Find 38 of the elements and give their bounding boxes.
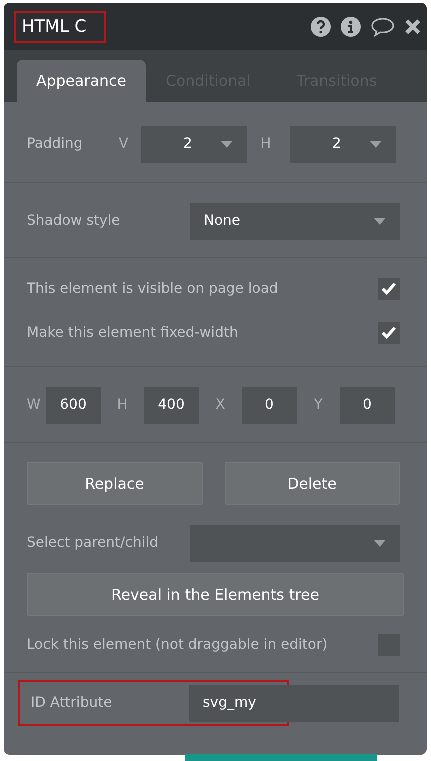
help-icon[interactable]	[311, 16, 331, 36]
action-button[interactable]: Delete	[224, 462, 400, 505]
padding-label: Padding	[27, 136, 84, 152]
field-label: X	[214, 397, 226, 413]
caret-icon	[221, 140, 233, 148]
caret-icon	[374, 218, 386, 224]
select-parent-label: Select parent/child	[27, 535, 160, 551]
action-button[interactable]: Replace	[27, 462, 202, 505]
tab[interactable]: Appearance	[17, 60, 146, 102]
lock-label: Lock this element (not draggable in editor)	[27, 637, 328, 653]
check-icon	[382, 327, 396, 339]
number-field[interactable]: 0	[242, 386, 297, 424]
id-attribute-field[interactable]: svg_my	[189, 684, 399, 722]
number-field[interactable]: 0	[340, 386, 395, 424]
comment-icon[interactable]	[371, 16, 395, 36]
number-field[interactable]: 400	[144, 386, 199, 424]
close-icon[interactable]	[405, 18, 421, 34]
info-icon[interactable]	[341, 16, 361, 36]
field-label: H	[116, 397, 129, 413]
caret-icon	[370, 140, 382, 148]
number-field[interactable]: 600	[46, 386, 101, 424]
shadow-style-dropdown[interactable]: None	[190, 202, 400, 240]
field-label: Y	[313, 397, 324, 413]
checkbox-label: This element is visible on page load	[27, 281, 278, 297]
field-label: V	[119, 136, 130, 152]
padding-dropdown[interactable]: 2	[141, 126, 247, 162]
checkbox-label: Make this element fixed-width	[27, 325, 238, 341]
reveal-button[interactable]: Reveal in the Elements tree	[27, 573, 404, 616]
field-label: W	[27, 397, 42, 413]
caret-icon	[374, 540, 386, 546]
field-label: H	[260, 136, 272, 152]
checkbox[interactable]	[378, 322, 400, 344]
padding-dropdown[interactable]: 2	[290, 126, 396, 162]
check-icon	[382, 283, 396, 295]
id-attribute-label: ID Attribute	[31, 695, 114, 711]
panel-title: HTML C	[14, 10, 106, 42]
checkbox[interactable]	[378, 278, 400, 300]
shadow-style-label: Shadow style	[27, 213, 122, 229]
